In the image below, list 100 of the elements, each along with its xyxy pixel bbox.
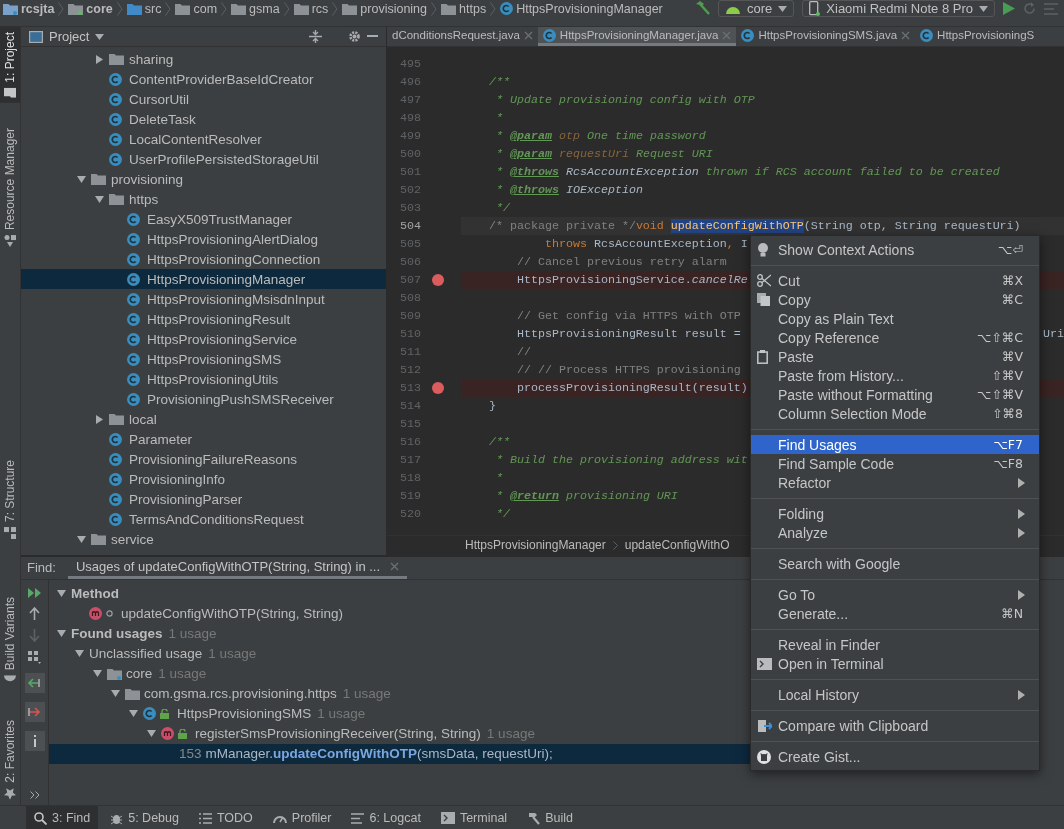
tree-item[interactable]: ProvisioningFailureReasons xyxy=(21,449,386,469)
tree-item[interactable]: HttpsProvisioningUtils xyxy=(21,369,386,389)
menu-item[interactable]: Copy as Plain Text xyxy=(751,309,1039,328)
tool-window-tab[interactable]: 2: Favorites xyxy=(0,715,20,805)
menu-item[interactable]: Local History xyxy=(751,685,1039,704)
tree-item[interactable]: com.gsma.rcs.provisioning.https 1 usage xyxy=(49,683,752,704)
tree-arrow-icon[interactable] xyxy=(57,589,66,599)
menu-item[interactable]: Folding xyxy=(751,504,1039,523)
tree-arrow-icon[interactable] xyxy=(75,649,84,659)
menu-item[interactable]: Open in Terminal xyxy=(751,654,1039,673)
menu-item[interactable]: Find Sample Code ⌥F8 xyxy=(751,454,1039,473)
menu-item[interactable]: Show Context Actions ⌥⏎ xyxy=(751,240,1039,259)
tree-item[interactable]: HttpsProvisioningResult xyxy=(21,309,386,329)
tree-item[interactable]: TermsAndConditionsRequest xyxy=(21,509,386,529)
menu-item[interactable]: Cut ⌘X xyxy=(751,271,1039,290)
breadcrumb-item[interactable]: core xyxy=(68,1,113,16)
menu-item[interactable]: Refactor xyxy=(751,473,1039,492)
breadcrumb-item[interactable]: gsma xyxy=(231,1,280,16)
tree-arrow-icon[interactable] xyxy=(57,629,66,639)
tool-window-tab[interactable]: Resource Manager xyxy=(0,122,20,252)
menu-item[interactable]: Find Usages ⌥F7 xyxy=(751,435,1039,454)
tool-window-button[interactable]: 3: Find xyxy=(26,806,99,829)
breadcrumb-item[interactable]: rcsjta xyxy=(3,1,55,16)
breadcrumb-item[interactable]: rcs xyxy=(293,1,329,16)
menu-item[interactable]: Copy ⌘C xyxy=(751,290,1039,309)
menu-item[interactable]: Copy Reference ⌥⇧⌘C xyxy=(751,328,1039,347)
breadcrumb-item[interactable]: updateConfigWithO xyxy=(624,538,730,553)
tree-arrow-icon[interactable] xyxy=(77,174,86,184)
menu-item[interactable]: Paste ⌘V xyxy=(751,347,1039,366)
breadcrumb-item[interactable]: https xyxy=(441,1,487,16)
tree-item[interactable]: EasyX509TrustManager xyxy=(21,209,386,229)
tree-item[interactable]: core 1 usage xyxy=(49,663,752,684)
tool-window-button[interactable]: 5: Debug xyxy=(102,806,187,829)
tree-arrow-icon[interactable] xyxy=(95,414,104,424)
menu-item[interactable]: Generate... ⌘N xyxy=(751,604,1039,623)
tree-item[interactable]: Parameter xyxy=(21,429,386,449)
editor-tab[interactable]: HttpsProvisioningManager.java xyxy=(537,27,737,46)
menu-item[interactable]: Paste without Formatting ⌥⇧⌘V xyxy=(751,385,1039,404)
tree-item[interactable]: UserProfilePersistedStorageUtil xyxy=(21,149,386,169)
editor-tab[interactable]: HttpsProvisioningS xyxy=(915,27,1040,46)
tree-arrow-icon[interactable] xyxy=(95,54,104,64)
breakpoint-icon[interactable] xyxy=(432,382,444,394)
tool-window-button[interactable]: TODO xyxy=(190,806,261,829)
tree-item[interactable]: HttpsProvisioningSMS 1 usage xyxy=(49,703,752,724)
breadcrumb-item[interactable]: HttpsProvisioningManager xyxy=(500,1,663,16)
menu-item[interactable]: Create Gist... xyxy=(751,747,1039,766)
tree-item[interactable]: ProvisioningPushSMSReceiver xyxy=(21,389,386,409)
run-config-dropdown[interactable]: core xyxy=(718,0,795,17)
tree-item[interactable]: sharing xyxy=(21,49,386,69)
tree-item[interactable]: local xyxy=(21,409,386,429)
tool-window-tab[interactable]: 7: Structure xyxy=(0,455,20,545)
editor-tab[interactable]: HttpsProvisioningSMS.java xyxy=(736,27,916,46)
tree-arrow-icon[interactable] xyxy=(93,669,102,679)
tool-window-tab[interactable]: 1: Project xyxy=(0,27,20,103)
tree-item[interactable]: DeleteTask xyxy=(21,109,386,129)
tree-arrow-icon[interactable] xyxy=(111,689,120,699)
tree-item[interactable]: https xyxy=(21,189,386,209)
tree-item[interactable]: provisioning xyxy=(21,169,386,189)
menu-item[interactable]: Compare with Clipboard xyxy=(751,716,1039,735)
tree-arrow-icon[interactable] xyxy=(147,729,156,739)
menu-item[interactable]: Go To xyxy=(751,585,1039,604)
tree-item[interactable]: HttpsProvisioningAlertDialog xyxy=(21,229,386,249)
tree-item[interactable]: 153 mManager.updateConfigWithOTP(smsData, requestUri); xyxy=(49,743,752,764)
tool-window-button[interactable]: 6: Logcat xyxy=(343,806,429,829)
tree-item[interactable]: LocalContentResolver xyxy=(21,129,386,149)
tree-item[interactable]: HttpsProvisioningSMS xyxy=(21,349,386,369)
tree-item[interactable]: service xyxy=(21,529,386,549)
tool-window-button[interactable]: Build xyxy=(519,806,581,829)
tool-window-button[interactable]: Profiler xyxy=(264,806,340,829)
tree-item[interactable]: registerSmsProvisioningReceiver(String, String) 1 usage xyxy=(49,723,752,744)
menu-item[interactable]: Search with Google xyxy=(751,554,1039,573)
tree-arrow-icon[interactable] xyxy=(129,709,138,719)
breadcrumb-item[interactable]: src xyxy=(126,1,162,16)
menu-item[interactable]: Reveal in Finder xyxy=(751,635,1039,654)
tree-item[interactable]: ProvisioningInfo xyxy=(21,469,386,489)
tree-item[interactable]: ProvisioningParser xyxy=(21,489,386,509)
breadcrumb-item[interactable]: provisioning xyxy=(342,1,428,16)
tree-item[interactable]: HttpsProvisioningManager xyxy=(21,269,386,289)
tree-item[interactable]: HttpsProvisioningMsisdnInput xyxy=(21,289,386,309)
breadcrumb-item[interactable]: com xyxy=(175,1,218,16)
tree-arrow-icon[interactable] xyxy=(95,194,104,204)
tool-window-button[interactable]: Terminal xyxy=(432,806,516,829)
menu-item[interactable]: Analyze xyxy=(751,523,1039,542)
tree-item[interactable]: ContentProviderBaseIdCreator xyxy=(21,69,386,89)
menu-item[interactable]: Column Selection Mode ⇧⌘8 xyxy=(751,404,1039,423)
breakpoint-icon[interactable] xyxy=(432,274,444,286)
tree-item[interactable]: HttpsProvisioningConnection xyxy=(21,249,386,269)
menu-item[interactable]: Paste from History... ⇧⌘V xyxy=(751,366,1039,385)
editor-tab[interactable]: dConditionsRequest.java xyxy=(387,27,538,46)
tree-arrow-icon[interactable] xyxy=(77,534,86,544)
tool-window-tab[interactable]: Build Variants xyxy=(0,592,20,691)
tree-item[interactable]: CursorUtil xyxy=(21,89,386,109)
results-tab[interactable]: Usages of updateConfigWithOTP(String, String) in ... xyxy=(67,556,408,579)
breadcrumb-item[interactable]: HttpsProvisioningManager xyxy=(465,538,606,553)
tree-item[interactable]: Unclassified usage 1 usage xyxy=(49,643,752,664)
device-dropdown[interactable]: Xiaomi Redmi Note 8 Pro xyxy=(802,0,995,17)
tree-item[interactable]: updateConfigWithOTP(String, String) xyxy=(49,603,752,624)
tree-item[interactable]: Found usages 1 usage xyxy=(49,623,752,644)
tree-item[interactable]: Method xyxy=(49,583,752,604)
tree-item[interactable]: HttpsProvisioningService xyxy=(21,329,386,349)
